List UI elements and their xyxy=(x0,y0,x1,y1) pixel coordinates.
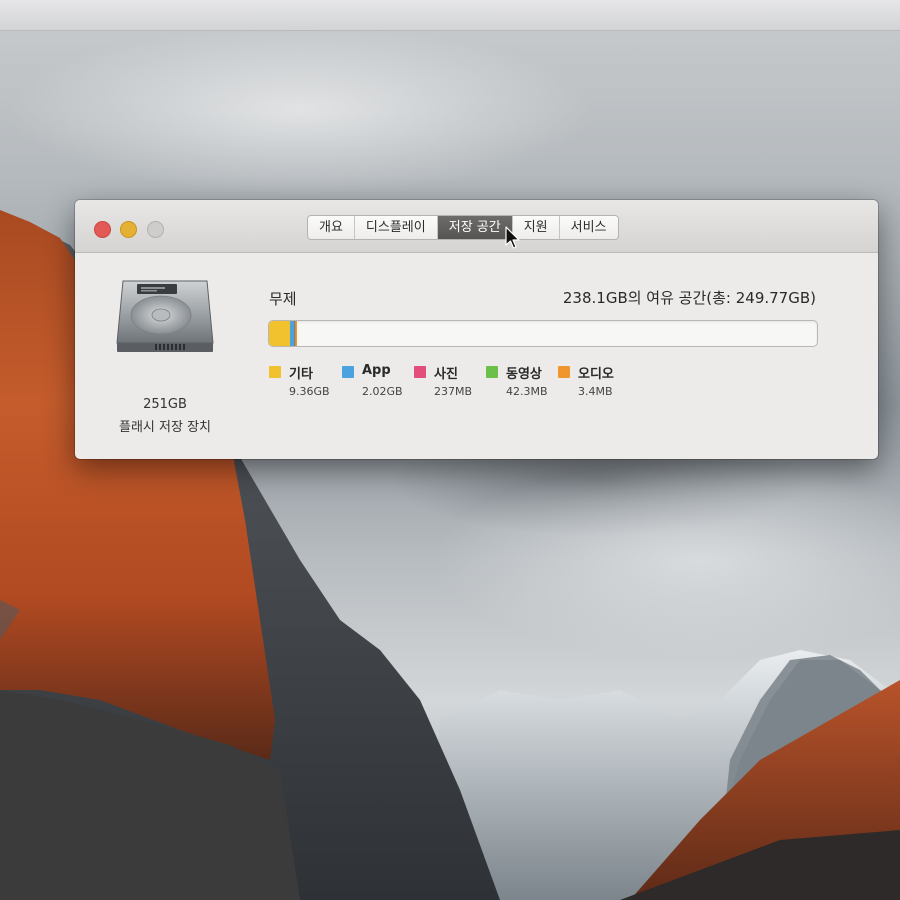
tab-overview[interactable]: 개요 xyxy=(308,216,355,239)
swatch-audio xyxy=(558,366,570,378)
tab-storage[interactable]: 저장 공간 xyxy=(437,216,513,239)
zoom-button[interactable] xyxy=(147,221,164,238)
storage-usage-bar[interactable] xyxy=(268,320,818,347)
minimize-button[interactable] xyxy=(120,221,137,238)
tab-displays[interactable]: 디스플레이 xyxy=(355,216,438,239)
disk-name: 무제 xyxy=(269,290,297,308)
legend-size: 2.02GB xyxy=(362,385,403,398)
legend-size: 237MB xyxy=(434,385,473,398)
about-this-mac-window[interactable]: 개요 디스플레이 저장 공간 지원 서비스 251GB 플래시 저장 장치 무제… xyxy=(75,200,878,459)
close-button[interactable] xyxy=(94,221,111,238)
title-bar[interactable]: 개요 디스플레이 저장 공간 지원 서비스 xyxy=(75,200,878,253)
storage-panel: 251GB 플래시 저장 장치 무제 238.1GB의 여유 공간(총: 249… xyxy=(75,253,878,459)
drive-capacity: 251GB xyxy=(143,397,187,412)
legend-size: 9.36GB xyxy=(289,385,330,398)
screen-bezel xyxy=(0,0,900,31)
free-space-text: 238.1GB의 여유 공간(총: 249.77GB) xyxy=(562,289,816,307)
usage-segment-audio xyxy=(295,321,297,346)
tab-service[interactable]: 서비스 xyxy=(560,216,618,239)
swatch-app xyxy=(342,366,354,378)
legend-label: App xyxy=(362,363,391,378)
swatch-other xyxy=(269,366,281,378)
legend-label: 기타 xyxy=(289,367,313,382)
swatch-movies xyxy=(486,366,498,378)
drive-type: 플래시 저장 장치 xyxy=(119,420,211,435)
hard-drive-icon xyxy=(116,280,214,352)
tab-bar: 개요 디스플레이 저장 공간 지원 서비스 xyxy=(307,215,619,240)
legend-size: 42.3MB xyxy=(506,385,548,398)
swatch-photos xyxy=(414,366,426,378)
legend-label: 동영상 xyxy=(506,367,542,382)
storage-legend: 기타 9.36GB App 2.02GB 사진 237MB 동영상 42.3MB… xyxy=(269,363,669,403)
legend-size: 3.4MB xyxy=(578,385,613,398)
legend-label: 사진 xyxy=(434,367,458,382)
mouse-pointer-icon xyxy=(505,226,520,249)
legend-label: 오디오 xyxy=(578,367,614,382)
usage-segment-other xyxy=(269,321,290,346)
